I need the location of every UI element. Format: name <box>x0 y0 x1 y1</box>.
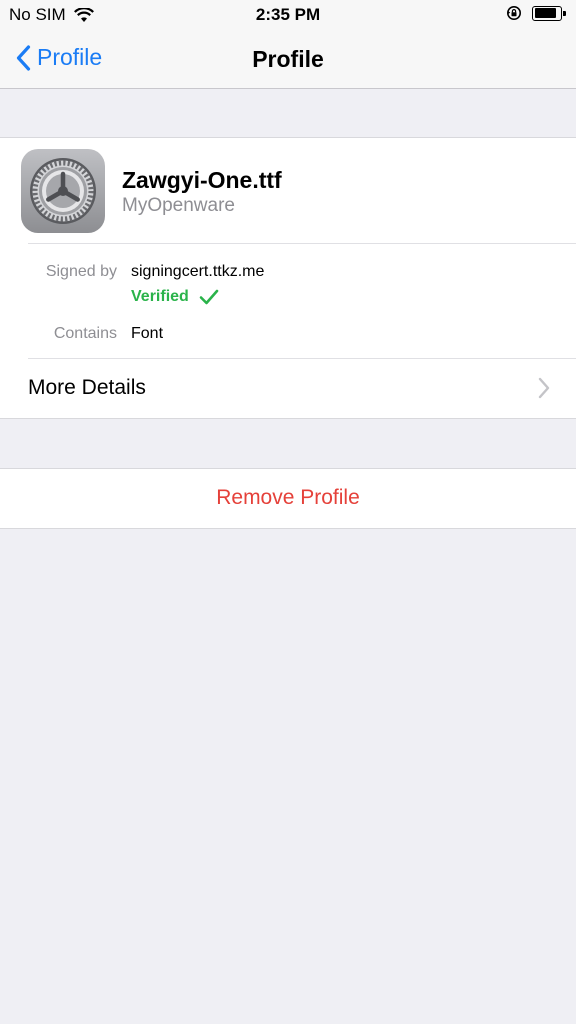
status-time: 2:35 PM <box>255 5 321 24</box>
contains-value: Font <box>131 325 164 342</box>
remove-profile-button[interactable]: Remove Profile <box>0 468 576 529</box>
divider <box>28 243 576 244</box>
orientation-lock-icon <box>507 6 521 20</box>
signed-by-label: Signed by <box>45 263 117 280</box>
verified-status: Verified <box>131 288 219 306</box>
battery-icon <box>532 5 566 21</box>
checkmark-icon <box>199 289 219 305</box>
verified-label: Verified <box>131 288 189 305</box>
more-details-row[interactable]: More Details <box>0 359 576 419</box>
settings-gear-icon <box>21 149 105 233</box>
page-title: Profile <box>252 46 324 72</box>
signed-by-value: signingcert.ttkz.me <box>131 263 265 280</box>
status-bar: No SIM 2:35 PM <box>0 0 576 30</box>
remove-profile-label: Remove Profile <box>216 486 360 509</box>
profile-header: Zawgyi-One.ttf MyOpenware <box>0 138 576 244</box>
status-right <box>506 5 566 21</box>
profile-info-group: Zawgyi-One.ttf MyOpenware Signed by sign… <box>0 137 576 419</box>
chevron-right-icon <box>538 377 550 399</box>
gear-graphic <box>30 158 96 224</box>
navigation-bar: Profile Profile <box>0 30 576 89</box>
contains-label: Contains <box>53 325 117 342</box>
profile-name: Zawgyi-One.ttf <box>122 167 282 193</box>
more-details-label: More Details <box>28 376 146 399</box>
battery-fill <box>534 8 556 18</box>
profile-organization: MyOpenware <box>122 195 235 216</box>
